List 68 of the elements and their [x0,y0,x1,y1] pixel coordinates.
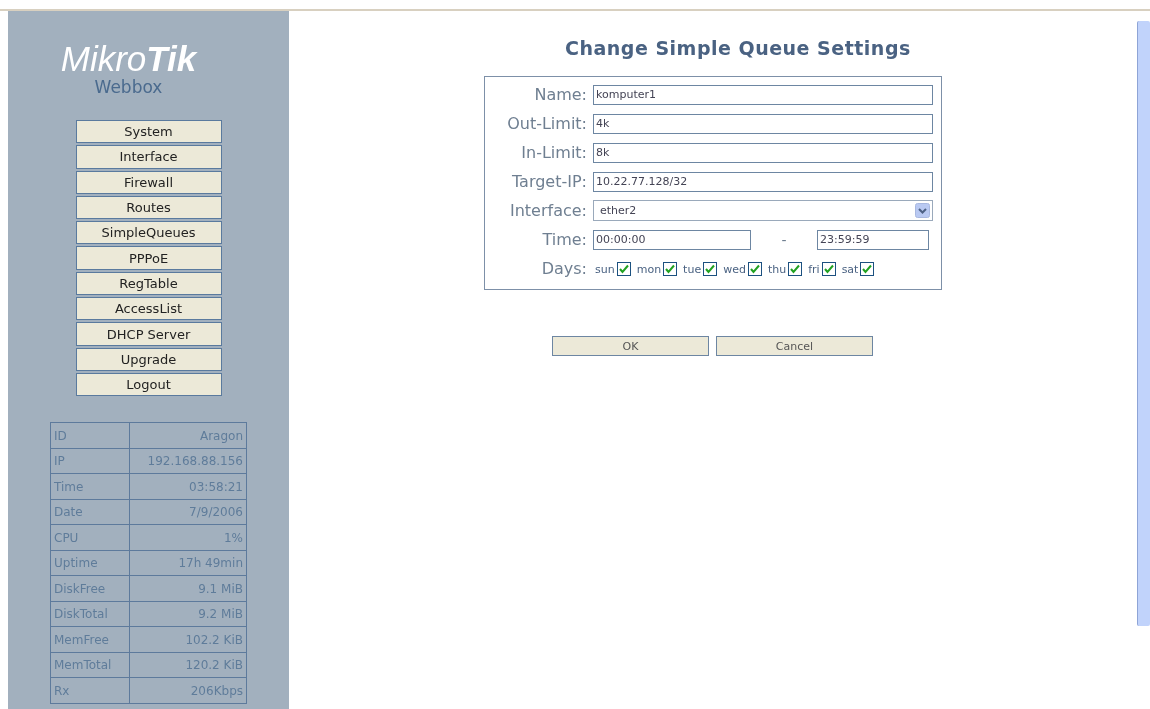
field-label: Time: [541,230,588,249]
checkbox[interactable] [788,261,803,276]
table-cell: Date [50,499,130,525]
day-label: thu [767,262,787,276]
cancel-button[interactable]: Cancel [716,336,873,356]
input-field[interactable]: 4k [593,113,933,134]
table-cell: 7/9/2006 [129,499,247,525]
checkbox[interactable] [747,261,762,276]
table-cell: 9.2 MiB [129,601,247,627]
menu-button[interactable]: Logout [75,372,222,397]
page-title: Change Simple Queue Settings [565,37,911,59]
table-cell: 03:58:21 [129,473,247,500]
menu-button[interactable]: PPPoE [75,246,222,270]
field-label: Interface: [508,201,588,220]
day-label: fri [808,262,820,276]
logo-subtitle: Webbox [94,77,163,97]
input-field[interactable]: 00:00:00 [593,229,751,250]
menu-button[interactable]: Firewall [75,170,222,194]
menu-button[interactable]: Routes [75,195,222,220]
table-cell: 9.1 MiB [129,575,247,602]
day-label: mon [636,262,662,276]
field-label: Days: [540,259,588,278]
input-field[interactable]: 10.22.77.128/32 [593,171,933,192]
table-cell: Aragon [129,422,247,449]
table-cell: MemFree [50,626,130,653]
table-cell: 102.2 KiB [129,626,247,653]
checkbox[interactable] [821,261,836,276]
table-cell: 120.2 KiB [129,652,247,678]
menu-button[interactable]: Upgrade [75,347,222,371]
table-cell: Time [50,473,130,500]
scrollbar[interactable] [1137,21,1150,626]
field-label: In-Limit: [520,143,588,162]
table-cell: 206Kbps [129,677,247,704]
table-cell: 192.168.88.156 [129,448,247,474]
input-field[interactable]: komputer1 [593,84,933,105]
checkbox[interactable] [663,261,678,276]
field-label: Target-IP: [510,172,588,191]
checkbox[interactable] [703,261,718,276]
checkbox[interactable] [860,261,875,276]
table-cell: CPU [50,524,130,551]
field-label: Name: [533,85,588,104]
menu-button[interactable]: AccessList [75,297,222,321]
menu-button[interactable]: System [75,120,222,144]
input-field[interactable]: 23:59:59 [817,229,929,250]
dropdown[interactable]: ether2 [593,200,933,221]
day-label: wed [723,262,746,276]
checkbox[interactable] [616,261,631,276]
table-cell: 1% [129,524,247,551]
table-cell: Uptime [50,550,130,576]
field-label: Out-Limit: [506,114,588,133]
menu-button[interactable]: Interface [75,145,222,169]
table-cell: MemTotal [50,652,130,678]
menu-button[interactable]: SimpleQueues [75,221,222,245]
day-label: tue [683,262,702,276]
day-label: sat [841,262,859,276]
logo: MikroTik [60,41,197,77]
ok-button[interactable]: OK [552,336,709,356]
table-cell: IP [50,448,130,474]
table-cell: 17h 49min [129,550,247,576]
table-cell: Rx [50,677,130,704]
table-cell: DiskTotal [50,601,130,627]
day-label: sun [595,262,615,276]
input-field[interactable]: 8k [593,142,933,163]
menu-button[interactable]: DHCP Server [75,322,222,346]
menu-button[interactable]: RegTable [75,271,222,296]
table-cell: DiskFree [50,575,130,602]
range-separator: - [780,231,788,248]
table-cell: ID [50,422,130,449]
